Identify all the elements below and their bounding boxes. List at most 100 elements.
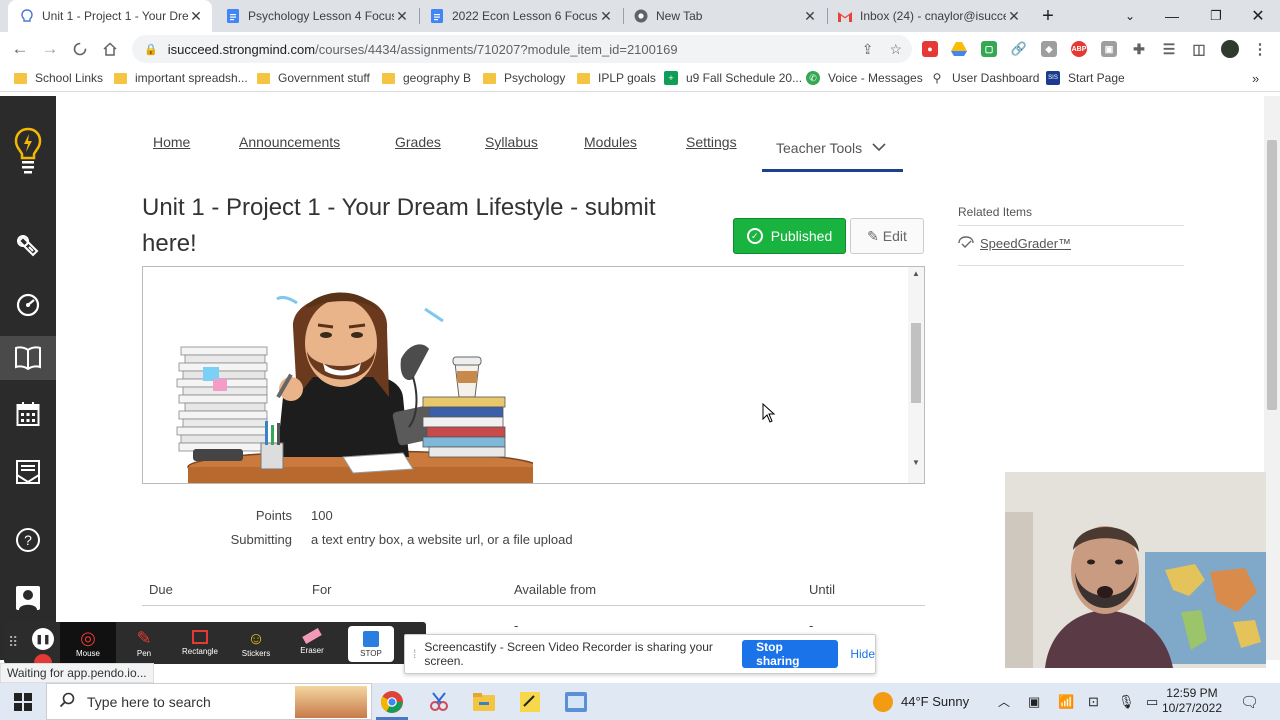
chrome-menu-icon[interactable]: ⋮ bbox=[1252, 41, 1268, 58]
window-close-button[interactable]: ✕ bbox=[1236, 0, 1280, 32]
scroll-down-icon[interactable]: ▼ bbox=[912, 458, 920, 467]
course-nav-settings[interactable]: Settings bbox=[686, 134, 737, 150]
snipping-tool-icon[interactable] bbox=[426, 689, 452, 715]
rectangle-tool-button[interactable]: Rectangle bbox=[172, 622, 228, 664]
bookmark-user-dashboard[interactable]: ⚲ User Dashboard bbox=[930, 71, 1040, 85]
file-explorer-icon[interactable] bbox=[471, 689, 497, 715]
browser-tab-econ[interactable]: 2022 Econ Lesson 6 Focused ✕ bbox=[418, 0, 622, 32]
link-extension-icon[interactable]: 🔗 bbox=[1011, 41, 1027, 57]
speedgrader-link[interactable]: SpeedGrader™ bbox=[958, 236, 1184, 266]
bookmark-government-stuff[interactable]: Government stuff bbox=[257, 71, 370, 85]
related-items-heading: Related Items bbox=[958, 205, 1184, 226]
dashboard-gauge-icon[interactable] bbox=[0, 282, 56, 326]
wifi-icon[interactable]: 📶 bbox=[1058, 683, 1074, 720]
courses-book-icon[interactable] bbox=[0, 336, 56, 380]
browser-tab-gmail[interactable]: Inbox (24) - cnaylor@isucce ✕ bbox=[826, 0, 1030, 32]
restore-button[interactable]: ❐ bbox=[1194, 0, 1238, 32]
notifications-icon[interactable]: 🗨 bbox=[1240, 683, 1259, 720]
screen-recorder-icon[interactable] bbox=[563, 689, 589, 715]
stop-loading-button[interactable] bbox=[66, 35, 94, 63]
scroll-up-icon[interactable]: ▲ bbox=[912, 269, 920, 278]
battery-icon[interactable]: ▭ bbox=[1146, 683, 1158, 720]
profile-avatar[interactable] bbox=[1221, 40, 1239, 58]
forward-button[interactable]: → bbox=[36, 35, 64, 63]
teacher-tools-dropdown[interactable]: Teacher Tools bbox=[762, 126, 903, 172]
course-nav-syllabus[interactable]: Syllabus bbox=[485, 134, 538, 150]
home-button[interactable] bbox=[96, 35, 124, 63]
eraser-tool-button[interactable]: Eraser bbox=[284, 622, 340, 664]
classroom-extension-icon[interactable]: ▢ bbox=[981, 41, 997, 57]
reading-list-icon[interactable]: ☰ bbox=[1161, 41, 1177, 57]
address-bar[interactable]: 🔒 isucceed.strongmind.com/courses/4434/a… bbox=[132, 35, 912, 63]
close-tab-icon[interactable]: ✕ bbox=[802, 8, 818, 25]
assignment-description-frame[interactable]: ▲ ▼ bbox=[142, 266, 925, 484]
course-nav-grades[interactable]: Grades bbox=[395, 134, 441, 150]
volume-device-icon[interactable]: ⊡ bbox=[1088, 683, 1099, 720]
bookmark-psychology[interactable]: Psychology bbox=[483, 71, 565, 85]
bookmark-voice-messages[interactable]: ✆ Voice - Messages bbox=[806, 71, 923, 85]
new-tab-button[interactable]: + bbox=[1036, 0, 1060, 32]
close-tab-icon[interactable]: ✕ bbox=[1006, 8, 1022, 25]
screencastify-extension-icon[interactable]: ● bbox=[922, 41, 938, 57]
page-scroll-thumb[interactable] bbox=[1267, 140, 1277, 410]
sticky-notes-icon[interactable] bbox=[517, 689, 543, 715]
until-column-header: Until bbox=[809, 582, 836, 597]
close-tab-icon[interactable]: ✕ bbox=[394, 8, 410, 25]
frame-scroll-thumb[interactable] bbox=[911, 323, 921, 403]
extensions-puzzle-icon[interactable]: ✚ bbox=[1131, 41, 1147, 57]
taskbar-clock[interactable]: 12:59 PM 10/27/2022 bbox=[1162, 686, 1222, 716]
course-nav-announcements[interactable]: Announcements bbox=[239, 134, 340, 150]
puzzle-extension-icon[interactable]: ◆ bbox=[1041, 41, 1057, 57]
microphone-icon[interactable]: 🎙 bbox=[1118, 683, 1135, 720]
bookmark-geography-b[interactable]: geography B bbox=[382, 71, 471, 85]
bookmark-school-links[interactable]: School Links bbox=[14, 71, 103, 85]
adblock-icon[interactable]: ABP bbox=[1071, 41, 1087, 57]
show-hidden-icons-chevron-icon[interactable]: ︿ bbox=[998, 683, 1010, 720]
frame-scrollbar[interactable]: ▲ ▼ bbox=[908, 267, 924, 483]
close-tab-icon[interactable]: ✕ bbox=[598, 8, 614, 25]
banner-drag-handle-icon[interactable]: ⁞ bbox=[413, 647, 416, 661]
meet-now-icon[interactable]: ▣ bbox=[1028, 683, 1040, 720]
account-avatar-icon[interactable] bbox=[0, 576, 56, 620]
pen-tool-button[interactable]: ✎ Pen bbox=[116, 622, 172, 664]
browser-tab-assignment[interactable]: Unit 1 - Project 1 - Your Drea ✕ bbox=[8, 0, 212, 32]
more-bookmarks-icon[interactable]: » bbox=[1252, 71, 1259, 86]
minimize-button[interactable]: — bbox=[1150, 0, 1194, 32]
hide-banner-button[interactable]: Hide bbox=[850, 647, 875, 661]
course-nav-modules[interactable]: Modules bbox=[584, 134, 637, 150]
published-button[interactable]: ✓ Published bbox=[733, 218, 846, 254]
taskbar-search-box[interactable]: Type here to search bbox=[46, 683, 372, 720]
close-tab-icon[interactable]: ✕ bbox=[188, 8, 204, 25]
bookmark-fall-schedule[interactable]: + u9 Fall Schedule 20... bbox=[664, 71, 802, 85]
logo-lightbulb-icon[interactable] bbox=[0, 122, 56, 178]
tab-search-chevron-icon[interactable]: ⌄ bbox=[1108, 0, 1152, 32]
inbox-mail-icon[interactable] bbox=[0, 450, 56, 494]
calendar-icon[interactable] bbox=[0, 392, 56, 436]
bookmark-important-spreadsheets[interactable]: important spreadsh... bbox=[114, 71, 248, 85]
course-nav-home[interactable]: Home bbox=[153, 134, 190, 150]
badge-icon[interactable] bbox=[0, 224, 56, 268]
bookmark-star-icon[interactable]: ☆ bbox=[889, 41, 902, 58]
chrome-taskbar-icon[interactable] bbox=[379, 689, 405, 715]
stop-recording-button[interactable]: STOP bbox=[348, 626, 394, 662]
drag-handle-icon[interactable]: ⠿ bbox=[8, 634, 18, 651]
weather-widget[interactable]: 44°F Sunny bbox=[873, 683, 969, 720]
back-button[interactable]: ← bbox=[6, 35, 34, 63]
side-panel-icon[interactable]: ◫ bbox=[1191, 41, 1207, 57]
browser-tab-new[interactable]: New Tab ✕ bbox=[622, 0, 826, 32]
help-icon[interactable]: ? bbox=[0, 518, 56, 562]
bookmark-start-page[interactable]: SIS Start Page bbox=[1046, 71, 1125, 85]
edit-button[interactable]: ✎ Edit bbox=[850, 218, 924, 254]
webcam-overlay[interactable] bbox=[1005, 472, 1266, 668]
browser-tab-psychology[interactable]: Psychology Lesson 4 Focuse ✕ bbox=[214, 0, 418, 32]
bookmark-iplp-goals[interactable]: IPLP goals bbox=[577, 71, 656, 85]
stickers-tool-button[interactable]: ☺ Stickers bbox=[228, 622, 284, 664]
windows-start-icon[interactable] bbox=[10, 689, 36, 715]
share-icon[interactable]: ⇪ bbox=[862, 41, 874, 58]
google-drive-icon[interactable] bbox=[951, 41, 967, 57]
page-scrollbar[interactable] bbox=[1264, 96, 1280, 660]
mouse-tool-button[interactable]: ◎ Mouse bbox=[60, 622, 116, 664]
stop-sharing-button[interactable]: Stop sharing bbox=[742, 640, 839, 668]
screenshot-extension-icon[interactable]: ▣ bbox=[1101, 41, 1117, 57]
pause-icon[interactable]: ❚❚ bbox=[32, 628, 54, 650]
